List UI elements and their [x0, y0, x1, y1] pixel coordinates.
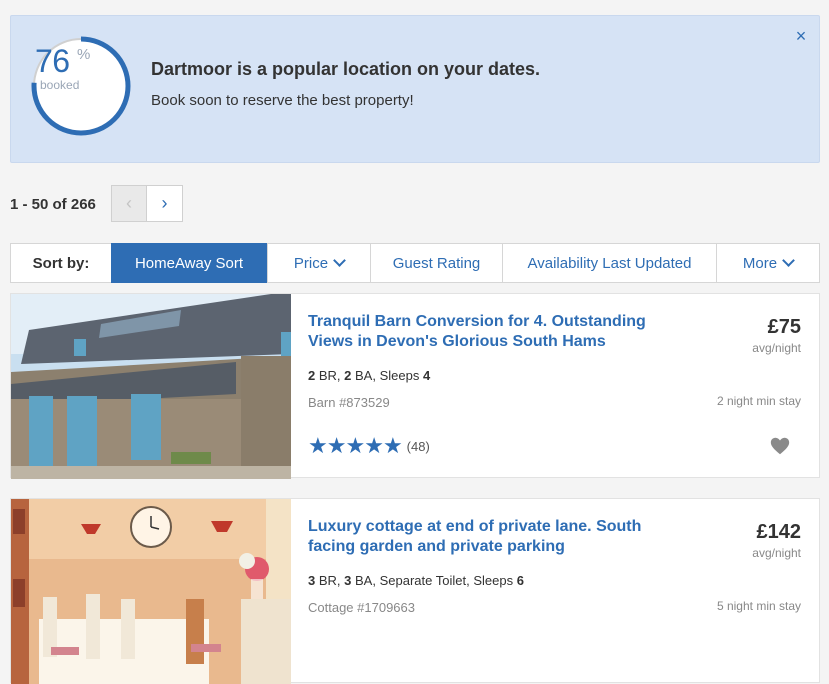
- pager: ‹ ›: [111, 185, 183, 222]
- sleeps-label: Sleeps: [379, 368, 420, 383]
- heart-icon[interactable]: [769, 435, 791, 457]
- result-count: 1 - 50 of 266: [10, 196, 96, 213]
- sort-guest-rating[interactable]: Guest Rating: [370, 244, 502, 282]
- property-id: Barn #873529: [308, 395, 390, 410]
- chevron-right-icon: ›: [161, 193, 168, 213]
- bathrooms: 3: [344, 573, 352, 588]
- listing-price: £75: [767, 316, 801, 338]
- banner-subtitle: Book soon to reserve the best property!: [151, 92, 414, 109]
- booked-label: booked: [40, 78, 80, 92]
- listing-title[interactable]: Luxury cottage at end of private lane. S…: [308, 517, 648, 557]
- bathrooms-label: BA,: [355, 573, 376, 588]
- sleeps-label: Sleeps: [473, 573, 514, 588]
- sleeps: 4: [422, 368, 431, 383]
- percent-sign: %: [77, 46, 91, 63]
- bathrooms: 2: [344, 368, 352, 383]
- banner-title: Dartmoor is a popular location on your d…: [151, 59, 541, 79]
- close-icon[interactable]: ×: [793, 27, 809, 45]
- sort-option-label: More: [742, 254, 778, 272]
- listing-price: £142: [756, 521, 802, 543]
- bedrooms-label: BR,: [318, 368, 341, 383]
- listing-specs: 3 BR, 3 BA, Separate Toilet, Sleeps 6: [308, 573, 524, 588]
- chevron-down-icon: [782, 253, 795, 267]
- bedrooms: 2: [308, 368, 316, 383]
- property-id: Cottage #1709663: [308, 600, 415, 615]
- listing-title[interactable]: Tranquil Barn Conversion for 4. Outstand…: [308, 312, 648, 352]
- listing-card[interactable]: Tranquil Barn Conversion for 4. Outstand…: [10, 293, 820, 479]
- price-unit: avg/night: [752, 341, 801, 355]
- booked-percent: 76: [35, 43, 70, 79]
- popularity-banner: 76 % booked Dartmoor is a popular locati…: [10, 15, 820, 163]
- extra-amenity: Separate Toilet,: [379, 573, 470, 588]
- sort-option-label: Availability Last Updated: [527, 254, 692, 272]
- star-icon: ★: [308, 433, 328, 458]
- star-icon: ★: [382, 433, 403, 458]
- sort-label: Sort by:: [32, 254, 90, 272]
- min-stay: 2 night min stay: [716, 394, 801, 408]
- next-page-button[interactable]: ›: [147, 185, 183, 222]
- sort-price[interactable]: Price: [267, 244, 370, 282]
- sort-more[interactable]: More: [716, 244, 819, 282]
- chevron-left-icon: ‹: [126, 193, 132, 213]
- min-stay: 5 night min stay: [716, 599, 801, 613]
- bedrooms: 3: [308, 573, 316, 588]
- listing-card[interactable]: Luxury cottage at end of private lane. S…: [10, 498, 820, 684]
- chevron-down-icon: [333, 253, 346, 267]
- sleeps: 6: [516, 573, 524, 588]
- listing-specs: 2 BR, 2 BA, Sleeps 4: [308, 368, 430, 383]
- previous-page-button[interactable]: ‹: [111, 185, 147, 222]
- star-rating: ★ ★ ★ ★ ★ (48): [308, 435, 430, 457]
- star-icon: ★: [364, 433, 384, 458]
- sort-option-label: Price: [293, 254, 329, 272]
- listing-photo[interactable]: [11, 499, 291, 684]
- listing-photo[interactable]: [11, 294, 291, 479]
- star-icon: ★: [345, 433, 366, 458]
- star-icon: ★: [326, 433, 347, 458]
- bathrooms-label: BA,: [355, 368, 376, 383]
- review-count[interactable]: (48): [407, 439, 430, 454]
- sort-option-label: HomeAway Sort: [134, 254, 244, 272]
- price-unit: avg/night: [752, 546, 801, 560]
- sort-availability[interactable]: Availability Last Updated: [502, 244, 716, 282]
- sort-option-label: Guest Rating: [392, 254, 481, 272]
- sort-bar: Sort by: HomeAway Sort Price Guest Ratin…: [10, 243, 820, 283]
- bedrooms-label: BR,: [318, 573, 341, 588]
- sort-homeaway[interactable]: HomeAway Sort: [111, 243, 267, 283]
